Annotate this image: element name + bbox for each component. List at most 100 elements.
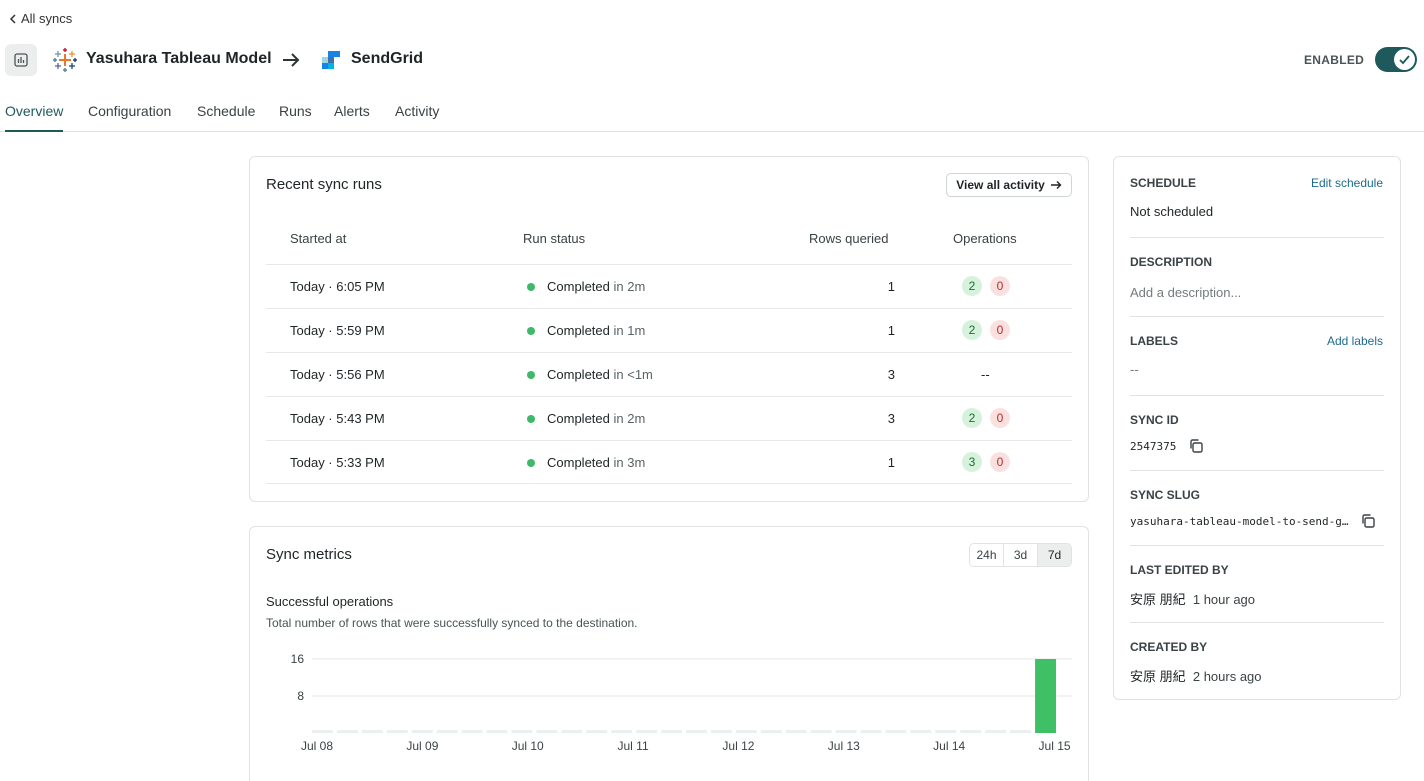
created-by-time: 2 hours ago — [1192, 669, 1262, 684]
bar[interactable] — [810, 730, 832, 733]
duration-text: in 1m — [613, 323, 646, 338]
view-all-activity-label: View all activity — [956, 178, 1045, 192]
sync-id-value: 2547375 — [1130, 440, 1177, 453]
range-option-3d[interactable]: 3d — [1004, 544, 1038, 566]
status-dot-icon — [527, 459, 535, 467]
table-row[interactable]: Today · 5:56 PM Completed in <1m 3 -- — [266, 352, 1072, 396]
bar[interactable] — [336, 730, 358, 733]
failed-ops-badge: 0 — [990, 452, 1010, 472]
sync-slug-value: yasuhara-tableau-model-to-send-g… — [1130, 515, 1349, 528]
run-status-cell: Completed in <1m — [547, 367, 653, 382]
range-option-24h[interactable]: 24h — [970, 544, 1004, 566]
bar[interactable] — [436, 730, 458, 733]
column-header-rows-queried[interactable]: Rows queried — [809, 231, 889, 246]
bar[interactable] — [960, 730, 982, 733]
rows-queried-cell: 1 — [887, 323, 895, 338]
table-row[interactable]: Today · 6:05 PM Completed in 2m 1 2 0 — [266, 264, 1072, 308]
x-tick-label: Jul 10 — [512, 739, 544, 753]
bar[interactable] — [710, 730, 732, 733]
bar[interactable] — [785, 730, 807, 733]
tab-configuration[interactable]: Configuration — [88, 103, 171, 132]
run-status-cell: Completed in 2m — [547, 279, 645, 294]
description-input[interactable]: Add a description... — [1130, 285, 1241, 300]
x-tick-label: Jul 15 — [1039, 739, 1071, 753]
bar[interactable] — [386, 730, 408, 733]
tab-overview[interactable]: Overview — [5, 103, 64, 132]
started-at-cell: Today · 5:43 PM — [290, 411, 385, 426]
bar[interactable] — [611, 730, 633, 733]
created-by-user: 安原 朋紀 — [1130, 669, 1186, 684]
sync-slug-heading: SYNC SLUG — [1130, 488, 1201, 502]
add-labels-link[interactable]: Add labels — [1327, 334, 1383, 348]
column-header-operations[interactable]: Operations — [953, 231, 1017, 246]
bar[interactable] — [1010, 730, 1032, 733]
chart-icon — [14, 53, 28, 67]
bar[interactable] — [312, 730, 333, 733]
tab-schedule[interactable]: Schedule — [197, 103, 255, 132]
copy-icon[interactable] — [1188, 438, 1204, 454]
run-status-cell: Completed in 1m — [547, 323, 645, 338]
rows-queried-cell: 3 — [887, 367, 895, 382]
bar[interactable] — [361, 730, 383, 733]
back-link[interactable]: All syncs — [9, 11, 72, 26]
table-row[interactable]: Today · 5:33 PM Completed in 3m 1 3 0 — [266, 440, 1072, 484]
bar[interactable] — [486, 730, 508, 733]
tab-alerts[interactable]: Alerts — [334, 103, 370, 132]
status-dot-icon — [527, 371, 535, 379]
model-icon-button[interactable] — [5, 44, 37, 76]
bar[interactable] — [536, 730, 558, 733]
range-option-7d[interactable]: 7d — [1038, 544, 1071, 566]
bar[interactable] — [661, 730, 682, 733]
run-status-cell: Completed in 3m — [547, 455, 645, 470]
bar[interactable] — [935, 730, 957, 733]
enabled-toggle[interactable] — [1375, 47, 1417, 72]
divider — [1130, 395, 1384, 396]
view-all-activity-button[interactable]: View all activity — [946, 173, 1072, 197]
bar[interactable] — [835, 730, 857, 733]
tab-runs[interactable]: Runs — [279, 103, 312, 132]
bar[interactable] — [636, 730, 658, 733]
started-at-cell: Today · 5:56 PM — [290, 367, 385, 382]
x-tick-label: Jul 11 — [618, 739, 649, 753]
bar[interactable] — [511, 730, 533, 733]
duration-text: in 2m — [613, 411, 646, 426]
bar[interactable] — [760, 730, 782, 733]
bar[interactable] — [686, 730, 707, 733]
sendgrid-logo-icon — [322, 51, 340, 69]
failed-ops-badge: 0 — [990, 320, 1010, 340]
divider — [1130, 545, 1384, 546]
edit-schedule-link[interactable]: Edit schedule — [1311, 176, 1383, 190]
last-edited-user: 安原 朋紀 — [1130, 592, 1186, 607]
tab-activity[interactable]: Activity — [395, 103, 439, 132]
bar[interactable] — [561, 730, 583, 733]
started-at-cell: Today · 5:59 PM — [290, 323, 385, 338]
column-header-started-at[interactable]: Started at — [290, 231, 346, 246]
time-range-selector: 24h 3d 7d — [969, 543, 1072, 567]
bar[interactable] — [586, 730, 608, 733]
table-row[interactable]: Today · 5:59 PM Completed in 1m 1 2 0 — [266, 308, 1072, 352]
bar[interactable] — [985, 730, 1007, 733]
x-tick-label: Jul 09 — [406, 739, 438, 753]
x-tick-label: Jul 12 — [722, 739, 754, 753]
schedule-value: Not scheduled — [1130, 204, 1214, 219]
run-status-cell: Completed in 2m — [547, 411, 645, 426]
bar[interactable] — [885, 730, 907, 733]
bar[interactable] — [411, 730, 433, 733]
table-row[interactable]: Today · 5:43 PM Completed in 2m 3 2 0 — [266, 396, 1072, 440]
column-header-run-status[interactable]: Run status — [523, 231, 585, 246]
destination-name[interactable]: SendGrid — [351, 50, 423, 68]
source-name[interactable]: Yasuhara Tableau Model — [86, 50, 272, 68]
bar[interactable] — [860, 730, 882, 733]
failed-ops-badge: 0 — [990, 276, 1010, 296]
duration-text: in <1m — [613, 367, 653, 382]
started-at-cell: Today · 6:05 PM — [290, 279, 385, 294]
last-edited-heading: LAST EDITED BY — [1130, 563, 1229, 577]
bar[interactable] — [910, 730, 932, 733]
copy-icon[interactable] — [1360, 513, 1376, 529]
bar[interactable] — [1035, 659, 1056, 733]
rows-queried-cell: 3 — [887, 411, 895, 426]
duration-text: in 2m — [613, 279, 646, 294]
bar[interactable] — [735, 730, 757, 733]
success-ops-badge: 2 — [962, 320, 982, 340]
bar[interactable] — [461, 730, 483, 733]
